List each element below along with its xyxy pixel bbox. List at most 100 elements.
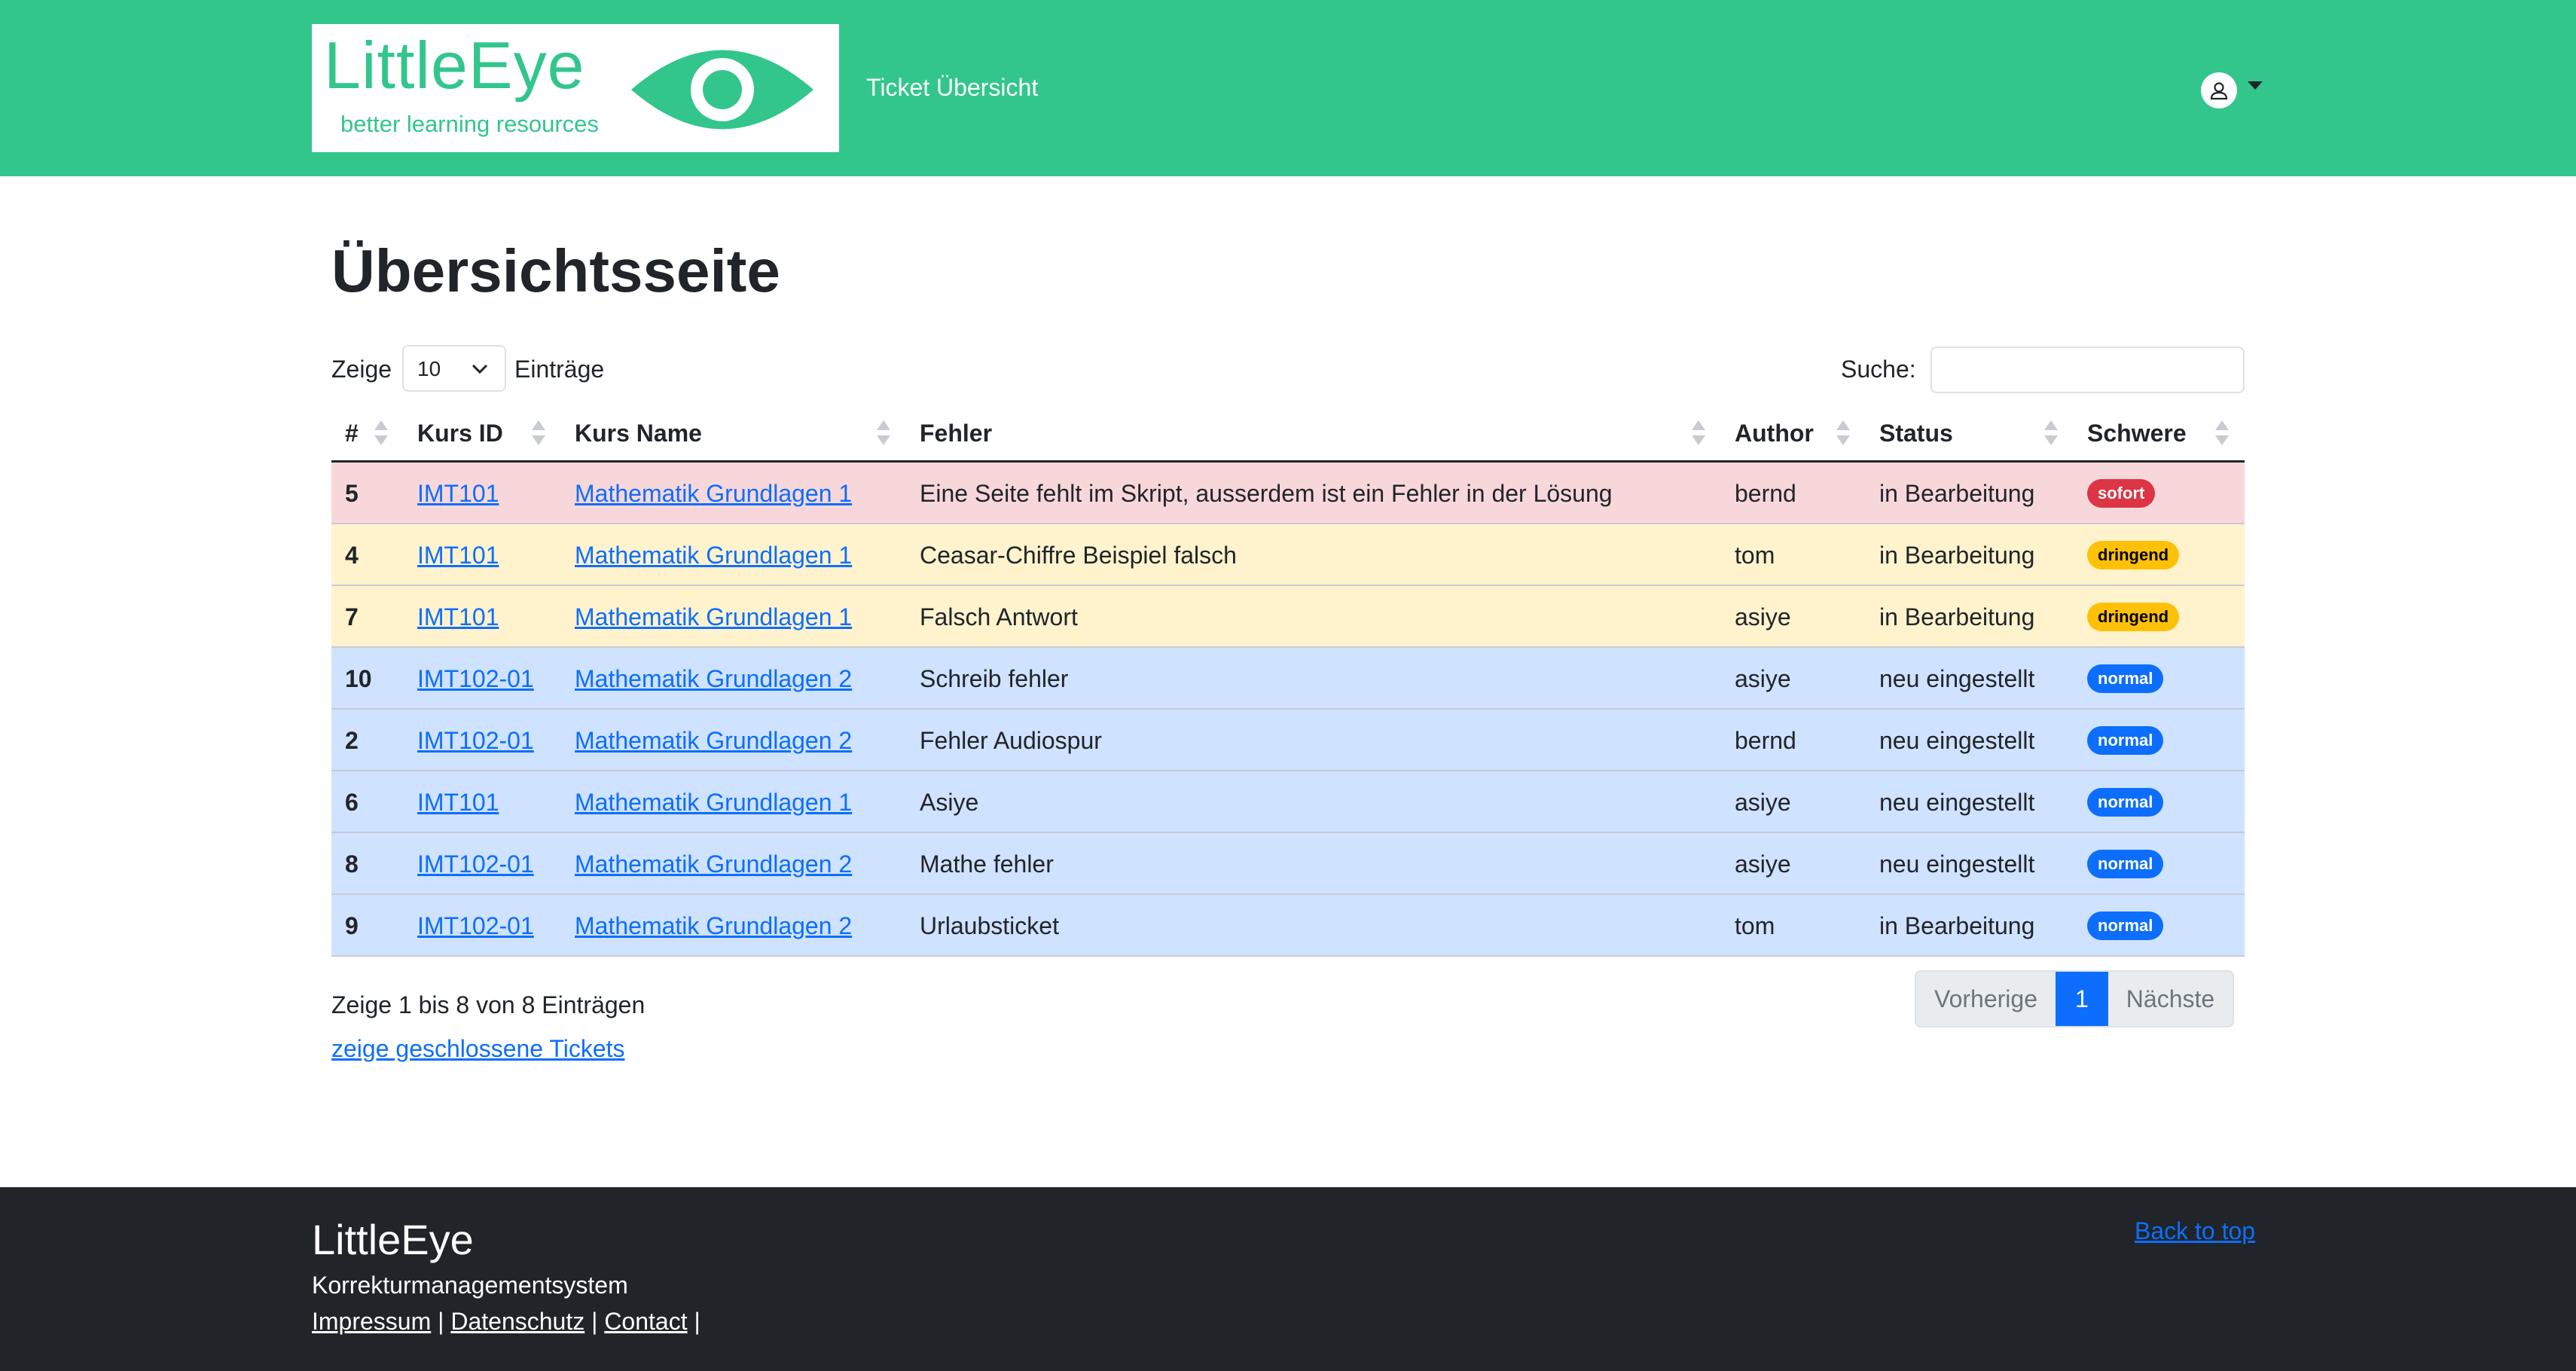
cell-author: asiye (1735, 603, 1791, 631)
length-suffix-label: Einträge (514, 356, 605, 383)
column-header-label: Author (1735, 420, 1814, 447)
sort-icon (877, 420, 890, 447)
column-header-schwere[interactable]: Schwere (2074, 404, 2245, 463)
cell-fehler: Eine Seite fehlt im Skript, ausserdem is… (920, 480, 1613, 507)
sort-icon (2044, 420, 2058, 447)
severity-badge: dringend (2087, 602, 2180, 631)
table-row: 7 IMT101 Mathematik Grundlagen 1 Falsch … (331, 586, 2245, 648)
show-closed-tickets-link[interactable]: zeige geschlossene Tickets (331, 1034, 625, 1064)
column-header-kurs-name[interactable]: Kurs Name (561, 404, 906, 463)
search-label: Suche: (1841, 356, 1916, 383)
cell-id: 9 (345, 912, 359, 939)
nav-ticket-overview[interactable]: Ticket Übersicht (866, 72, 1038, 102)
kurs-id-link[interactable]: IMT101 (417, 603, 499, 631)
cell-status: neu eingestellt (1879, 727, 2035, 754)
logo-subtitle: better learning resources (340, 111, 599, 137)
cell-id: 2 (345, 727, 359, 754)
table-row: 8 IMT102-01 Mathematik Grundlagen 2 Math… (331, 833, 2245, 895)
table-row: 2 IMT102-01 Mathematik Grundlagen 2 Fehl… (331, 710, 2245, 771)
kurs-id-link[interactable]: IMT101 (417, 789, 499, 816)
kurs-name-link[interactable]: Mathematik Grundlagen 2 (575, 912, 852, 939)
sort-icon (1692, 420, 1705, 447)
cell-id: 5 (345, 480, 359, 507)
search-input[interactable] (1930, 347, 2245, 393)
footer: LittleEye Korrekturmanagementsystem Impr… (0, 1187, 2576, 1371)
severity-badge: normal (2087, 787, 2164, 817)
cell-id: 4 (345, 542, 359, 569)
kurs-name-link[interactable]: Mathematik Grundlagen 1 (575, 542, 852, 569)
impressum-link[interactable]: Impressum (312, 1308, 431, 1335)
previous-page-button[interactable]: Vorherige (1916, 972, 2056, 1026)
caret-down-icon[interactable] (2248, 81, 2263, 90)
kurs-name-link[interactable]: Mathematik Grundlagen 2 (575, 727, 852, 754)
footer-separator: | (438, 1308, 444, 1335)
sort-icon (532, 420, 545, 447)
cell-author: tom (1735, 912, 1775, 939)
person-circle-icon[interactable] (2201, 72, 2237, 108)
column-header-label: Fehler (920, 420, 993, 447)
severity-badge: normal (2087, 664, 2164, 693)
page-1-button[interactable]: 1 (2055, 972, 2108, 1026)
cell-status: neu eingestellt (1879, 665, 2035, 692)
contact-link[interactable]: Contact (604, 1308, 687, 1335)
kurs-name-link[interactable]: Mathematik Grundlagen 1 (575, 480, 852, 507)
logo[interactable]: LittleEye better learning resources (312, 24, 839, 152)
severity-badge: normal (2087, 725, 2164, 755)
table-header: # Kurs ID Kurs Name Fehler Author Status… (331, 404, 2245, 463)
kurs-id-link[interactable]: IMT101 (417, 542, 499, 569)
severity-badge: normal (2087, 849, 2164, 878)
cell-fehler: Fehler Audiospur (920, 727, 1102, 754)
table-row: 5 IMT101 Mathematik Grundlagen 1 Eine Se… (331, 463, 2245, 524)
cell-fehler: Asiye (920, 789, 979, 816)
column-header-fehler[interactable]: Fehler (906, 404, 1721, 463)
column-header-label: # (345, 420, 359, 447)
entries-per-page-select[interactable]: 10 (402, 345, 506, 392)
chevron-down-icon (472, 364, 488, 374)
cell-fehler: Urlaubsticket (920, 912, 1059, 939)
entries-per-page-value: 10 (417, 357, 441, 380)
kurs-name-link[interactable]: Mathematik Grundlagen 1 (575, 603, 852, 631)
severity-badge: dringend (2087, 540, 2180, 569)
cell-status: in Bearbeitung (1879, 603, 2035, 631)
footer-subtitle: Korrekturmanagementsystem (312, 1272, 628, 1299)
length-prefix-label: Zeige (331, 356, 392, 383)
cell-id: 7 (345, 603, 359, 631)
column-header-label: Kurs Name (575, 420, 702, 447)
kurs-id-link[interactable]: IMT102-01 (417, 850, 534, 878)
severity-badge: sofort (2087, 478, 2156, 508)
column-header-id[interactable]: # (331, 404, 404, 463)
column-header-author[interactable]: Author (1721, 404, 1866, 463)
cell-author: asiye (1735, 665, 1791, 692)
tickets-table: # Kurs ID Kurs Name Fehler Author Status… (331, 404, 2245, 957)
pagination: Vorherige 1 Nächste (1915, 970, 2235, 1027)
column-header-label: Kurs ID (417, 420, 503, 447)
kurs-name-link[interactable]: Mathematik Grundlagen 2 (575, 665, 852, 692)
datenschutz-link[interactable]: Datenschutz (450, 1308, 584, 1335)
kurs-id-link[interactable]: IMT102-01 (417, 665, 534, 692)
sort-icon (374, 420, 388, 447)
kurs-id-link[interactable]: IMT101 (417, 480, 499, 507)
sort-icon (1836, 420, 1850, 447)
table-row: 4 IMT101 Mathematik Grundlagen 1 Ceasar-… (331, 524, 2245, 586)
kurs-id-link[interactable]: IMT102-01 (417, 912, 534, 939)
cell-status: neu eingestellt (1879, 850, 2035, 878)
table-row: 10 IMT102-01 Mathematik Grundlagen 2 Sch… (331, 648, 2245, 710)
cell-status: in Bearbeitung (1879, 542, 2035, 569)
kurs-name-link[interactable]: Mathematik Grundlagen 1 (575, 789, 852, 816)
cell-id: 8 (345, 850, 359, 878)
severity-badge: normal (2087, 911, 2164, 940)
cell-author: bernd (1735, 480, 1796, 507)
column-header-label: Status (1879, 420, 1953, 447)
kurs-name-link[interactable]: Mathematik Grundlagen 2 (575, 850, 852, 878)
column-header-status[interactable]: Status (1866, 404, 2074, 463)
cell-fehler: Falsch Antwort (920, 603, 1078, 631)
cell-status: in Bearbeitung (1879, 912, 2035, 939)
column-header-kurs-id[interactable]: Kurs ID (404, 404, 561, 463)
next-page-button[interactable]: Nächste (2107, 972, 2233, 1026)
footer-title: LittleEye (312, 1216, 474, 1263)
footer-separator: | (591, 1308, 598, 1335)
kurs-id-link[interactable]: IMT102-01 (417, 727, 534, 754)
cell-id: 10 (345, 665, 372, 692)
cell-author: asiye (1735, 850, 1791, 878)
back-to-top-link[interactable]: Back to top (2135, 1216, 2255, 1246)
